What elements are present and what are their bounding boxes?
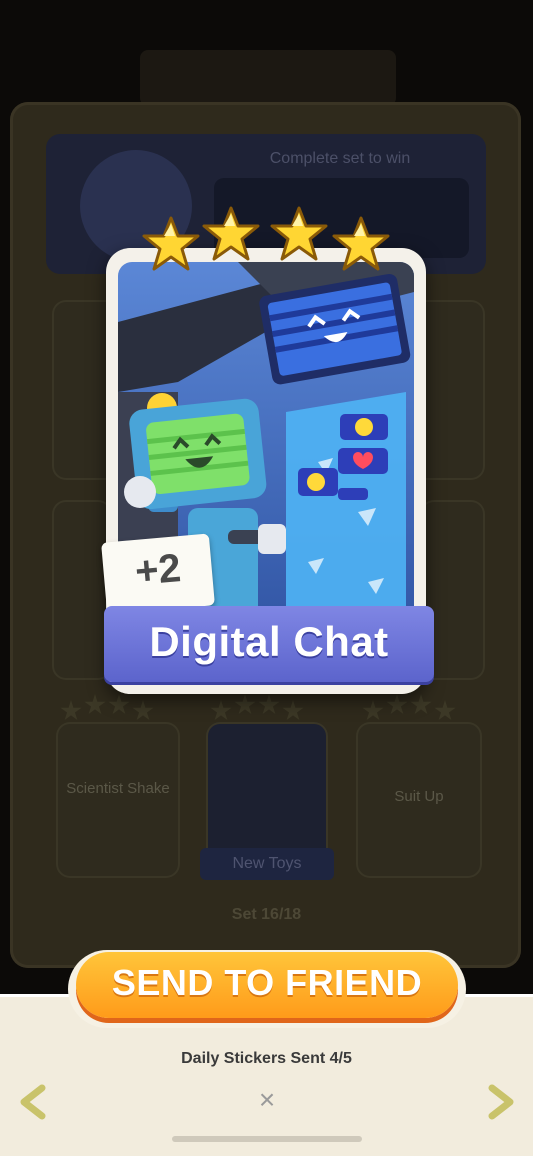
set-progress-text: Set 16/18 xyxy=(231,906,302,923)
home-indicator xyxy=(172,1136,362,1142)
star-icon xyxy=(142,216,200,272)
star-icon xyxy=(270,206,328,262)
album-title-plate xyxy=(140,50,396,106)
star-icon xyxy=(332,216,390,272)
sticker-name: Digital Chat xyxy=(149,618,389,665)
album-card xyxy=(52,500,112,680)
album-card-scientist-shake: Scientist Shake xyxy=(56,722,180,878)
send-to-friend-button[interactable] xyxy=(76,952,458,1018)
star-icon xyxy=(202,206,260,262)
complete-set-text: Complete set to win xyxy=(269,150,411,167)
chevron-left-icon[interactable] xyxy=(16,1084,50,1120)
close-icon[interactable]: × xyxy=(252,1084,282,1118)
bonus-text: +2 xyxy=(133,546,183,594)
chevron-right-icon[interactable] xyxy=(484,1084,518,1120)
card-label-new-toys: New Toys xyxy=(200,848,334,880)
card-label: Scientist Shake xyxy=(66,780,170,797)
daily-stickers-sent-text: Daily Stickers Sent 4/5 xyxy=(181,1050,352,1067)
card-label: Suit Up xyxy=(394,788,444,805)
album-card-suit-up: Suit Up xyxy=(356,722,482,878)
